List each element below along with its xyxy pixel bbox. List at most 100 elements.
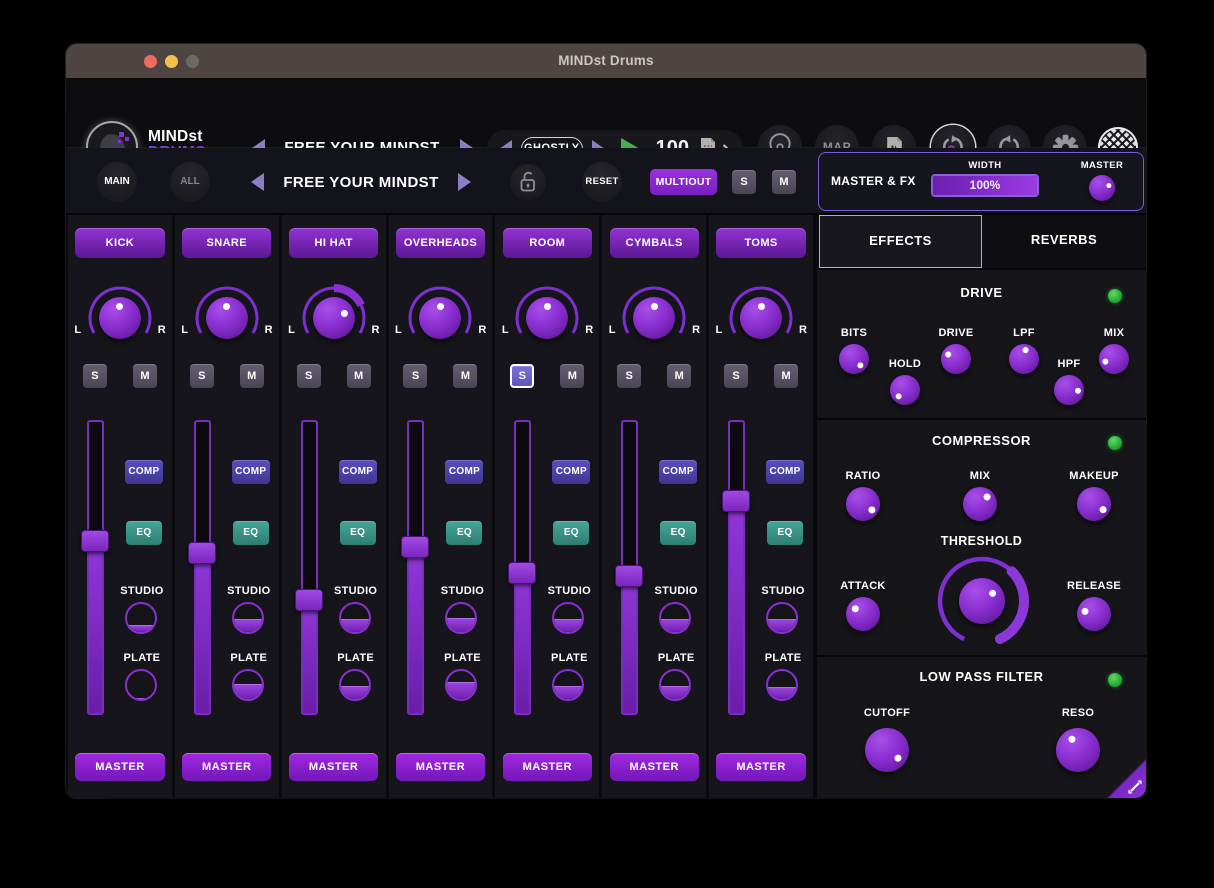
lpf-power-led[interactable] [1108, 673, 1122, 687]
channel-name-button[interactable]: HI HAT [289, 228, 378, 258]
comp-button[interactable]: COMP [339, 460, 377, 484]
studio-send-knob[interactable] [339, 602, 371, 634]
comp-button[interactable]: COMP [552, 460, 590, 484]
plate-send-knob[interactable] [445, 669, 477, 701]
mute-button[interactable]: M [240, 364, 264, 388]
mute-button[interactable]: M [667, 364, 691, 388]
width-slider[interactable]: 100% [931, 174, 1039, 197]
main-view-button[interactable]: MAIN [97, 162, 137, 202]
solo-button[interactable]: S [83, 364, 107, 388]
channel-master-route-button[interactable]: MASTER [503, 753, 592, 781]
solo-button[interactable]: S [190, 364, 214, 388]
master-volume-knob[interactable] [1089, 175, 1115, 201]
volume-fader[interactable] [194, 420, 211, 715]
comp-button[interactable]: COMP [659, 460, 697, 484]
plate-send-knob[interactable] [339, 669, 371, 701]
eq-button[interactable]: EQ [660, 521, 696, 545]
release-knob[interactable] [1077, 597, 1111, 631]
pan-knob[interactable] [99, 297, 141, 339]
channel-name-button[interactable]: ROOM [503, 228, 592, 258]
comp-mix-knob[interactable] [963, 487, 997, 521]
pan-knob[interactable] [206, 297, 248, 339]
tab-effects[interactable]: EFFECTS [819, 215, 982, 268]
mute-button[interactable]: M [133, 364, 157, 388]
drive-knob[interactable] [941, 344, 971, 374]
studio-send-knob[interactable] [232, 602, 264, 634]
studio-send-knob[interactable] [445, 602, 477, 634]
solo-button[interactable]: S [510, 364, 534, 388]
fader-cap[interactable] [615, 565, 643, 587]
fader-cap[interactable] [722, 490, 750, 512]
cutoff-knob[interactable] [865, 728, 909, 772]
volume-fader[interactable] [407, 420, 424, 715]
eq-button[interactable]: EQ [126, 521, 162, 545]
resize-handle[interactable] [1106, 758, 1146, 798]
mute-button[interactable]: M [774, 364, 798, 388]
pan-knob[interactable] [633, 297, 675, 339]
channel-name-button[interactable]: TOMS [716, 228, 805, 258]
mute-button[interactable]: M [347, 364, 371, 388]
plate-send-knob[interactable] [125, 669, 157, 701]
volume-fader[interactable] [87, 420, 104, 715]
solo-button[interactable]: S [403, 364, 427, 388]
pan-knob[interactable] [313, 297, 355, 339]
fader-cap[interactable] [401, 536, 429, 558]
fader-cap[interactable] [188, 542, 216, 564]
channel-master-route-button[interactable]: MASTER [716, 753, 805, 781]
drive-power-led[interactable] [1108, 289, 1122, 303]
tab-reverbs[interactable]: REVERBS [982, 215, 1146, 268]
channel-master-route-button[interactable]: MASTER [182, 753, 271, 781]
channel-name-button[interactable]: SNARE [182, 228, 271, 258]
solo-button[interactable]: S [617, 364, 641, 388]
mix-knob[interactable] [1099, 344, 1129, 374]
studio-send-knob[interactable] [552, 602, 584, 634]
all-view-button[interactable]: ALL [170, 162, 210, 202]
studio-send-knob[interactable] [125, 602, 157, 634]
solo-button[interactable]: S [297, 364, 321, 388]
channel-master-route-button[interactable]: MASTER [289, 753, 378, 781]
channel-name-button[interactable]: KICK [75, 228, 164, 258]
comp-button[interactable]: COMP [232, 460, 270, 484]
lock-icon[interactable] [510, 164, 546, 200]
solo-button[interactable]: S [724, 364, 748, 388]
preset-name-2[interactable]: FREE YOUR MINDST [271, 174, 451, 191]
preset-prev-button-2[interactable] [251, 173, 264, 191]
eq-button[interactable]: EQ [233, 521, 269, 545]
comp-button[interactable]: COMP [766, 460, 804, 484]
ratio-knob[interactable] [846, 487, 880, 521]
eq-button[interactable]: EQ [767, 521, 803, 545]
compressor-power-led[interactable] [1108, 436, 1122, 450]
comp-button[interactable]: COMP [125, 460, 163, 484]
global-solo-button[interactable]: S [732, 170, 756, 194]
channel-name-button[interactable]: OVERHEADS [396, 228, 485, 258]
studio-send-knob[interactable] [766, 602, 798, 634]
attack-knob[interactable] [846, 597, 880, 631]
bits-knob[interactable] [839, 344, 869, 374]
channel-master-route-button[interactable]: MASTER [396, 753, 485, 781]
pan-knob[interactable] [740, 297, 782, 339]
volume-fader[interactable] [621, 420, 638, 715]
fader-cap[interactable] [508, 562, 536, 584]
mute-button[interactable]: M [453, 364, 477, 388]
global-mute-button[interactable]: M [772, 170, 796, 194]
lpf-knob[interactable] [1009, 344, 1039, 374]
plate-send-knob[interactable] [766, 669, 798, 701]
eq-button[interactable]: EQ [446, 521, 482, 545]
reset-button[interactable]: RESET [582, 162, 622, 202]
hold-knob[interactable] [890, 375, 920, 405]
fader-cap[interactable] [81, 530, 109, 552]
threshold-knob[interactable] [959, 578, 1005, 624]
preset-next-button-2[interactable] [458, 173, 471, 191]
mute-button[interactable]: M [560, 364, 584, 388]
hpf-knob[interactable] [1054, 375, 1084, 405]
makeup-knob[interactable] [1077, 487, 1111, 521]
channel-master-route-button[interactable]: MASTER [75, 753, 164, 781]
reso-knob[interactable] [1056, 728, 1100, 772]
plate-send-knob[interactable] [659, 669, 691, 701]
volume-fader[interactable] [514, 420, 531, 715]
comp-button[interactable]: COMP [445, 460, 483, 484]
titlebar[interactable]: MINDst Drums [66, 44, 1146, 78]
volume-fader[interactable] [728, 420, 745, 715]
channel-master-route-button[interactable]: MASTER [610, 753, 699, 781]
channel-name-button[interactable]: CYMBALS [610, 228, 699, 258]
